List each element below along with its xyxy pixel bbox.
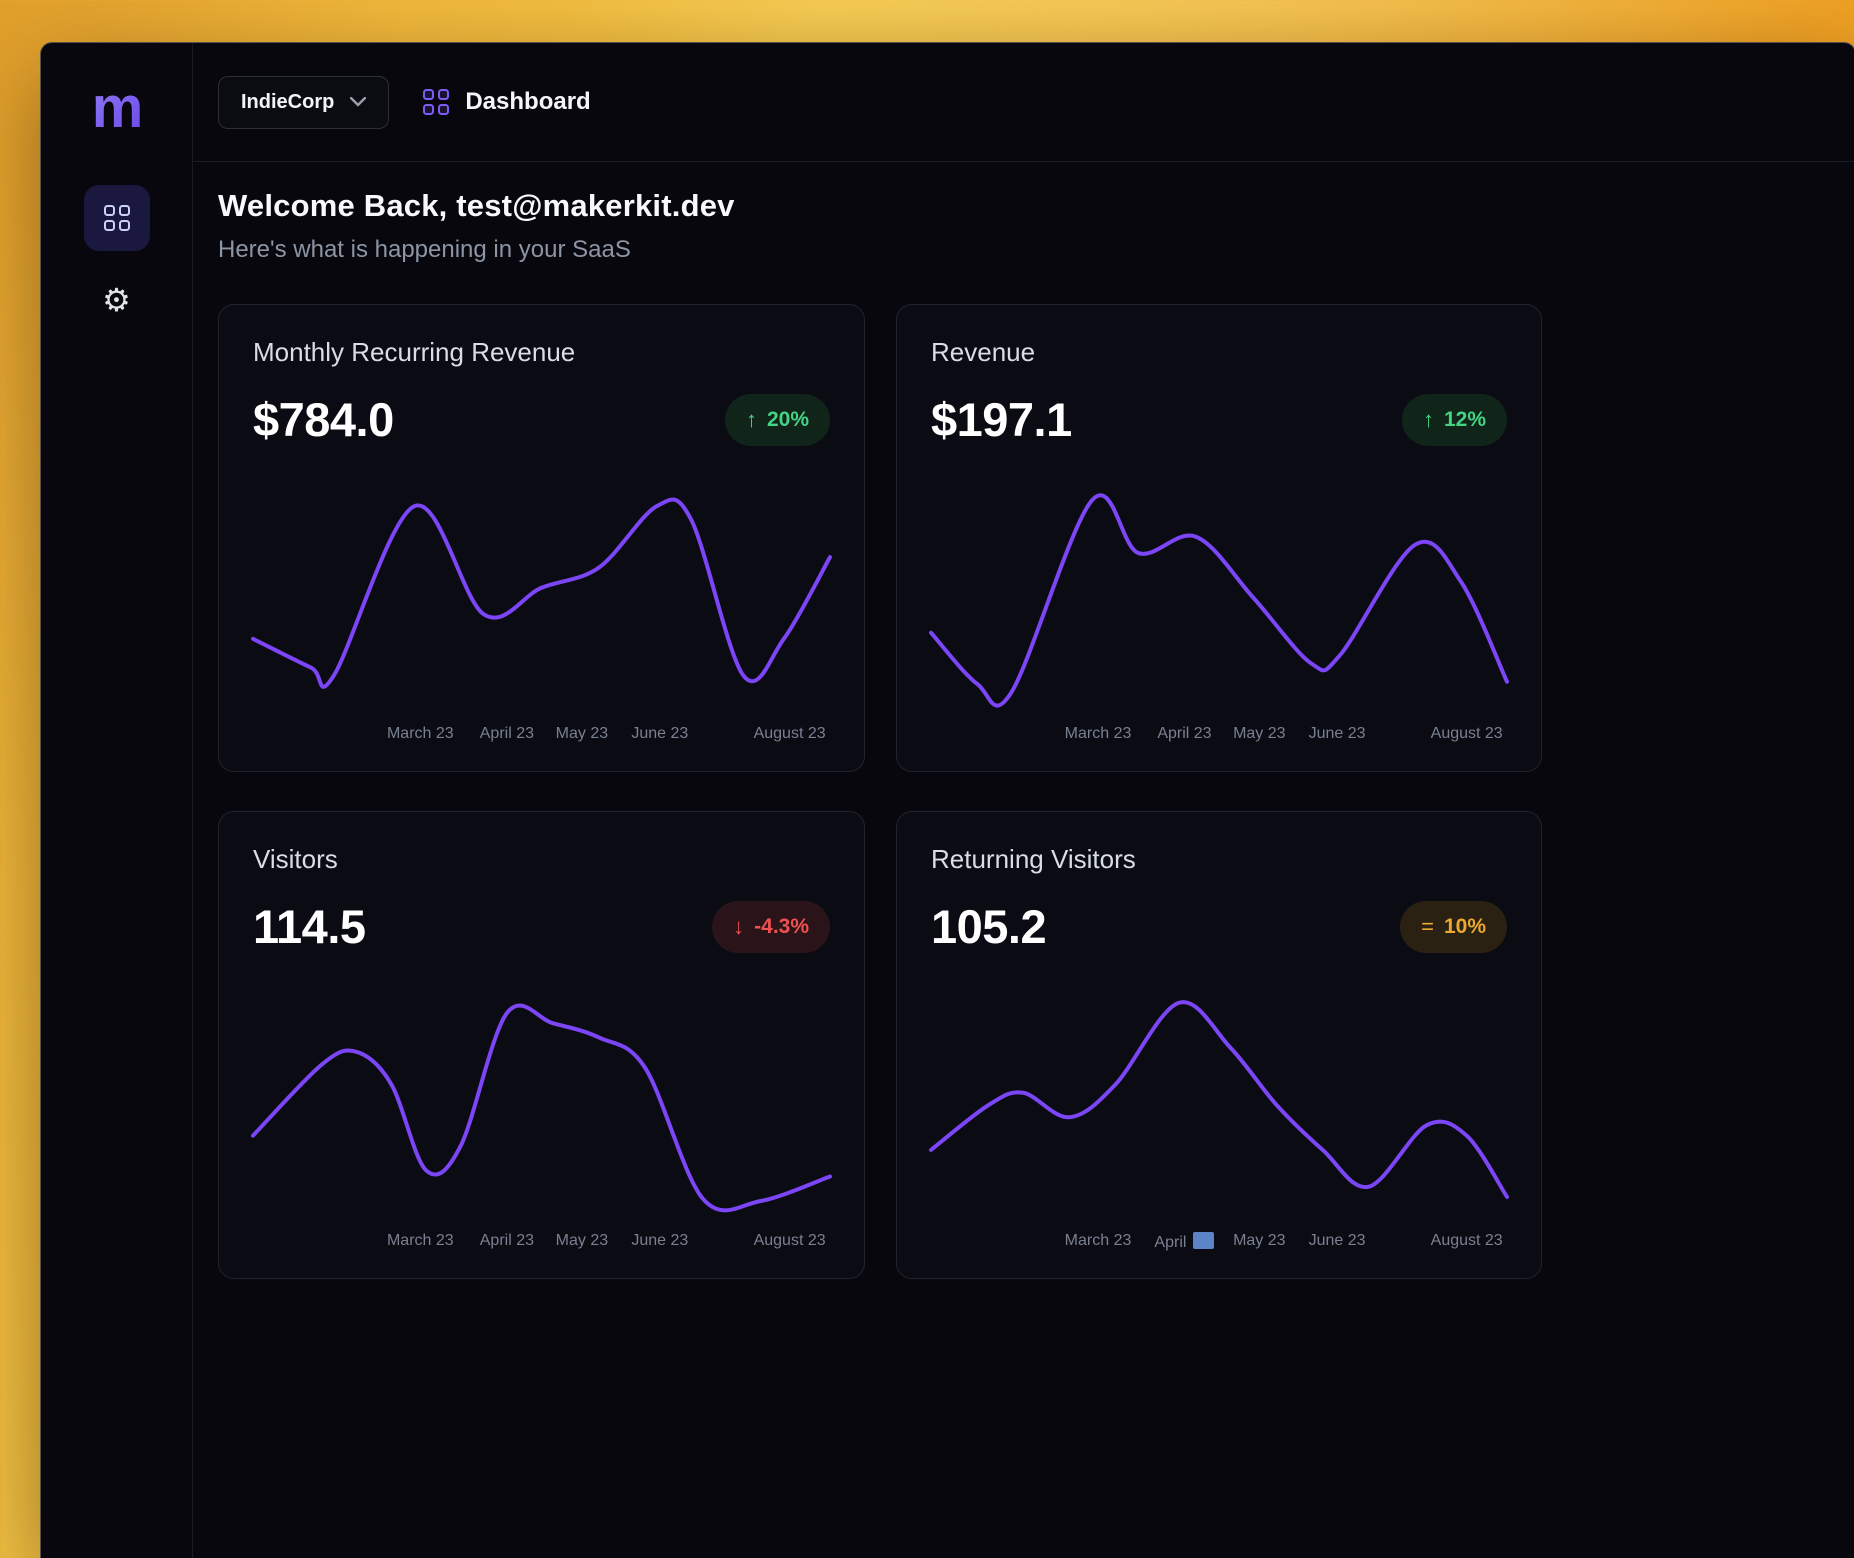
x-axis-label: August 23 bbox=[1431, 725, 1503, 743]
page-heading: Dashboard bbox=[423, 88, 590, 116]
x-axis-label: May 23 bbox=[556, 1232, 608, 1250]
app-logo: m bbox=[92, 79, 142, 137]
x-axis: March 23 April 23 May 23 June 23 August … bbox=[931, 725, 1507, 747]
desktop-background: { "app": { "logo_text": "m", "org_select… bbox=[0, 0, 1854, 1558]
line-chart bbox=[931, 487, 1507, 709]
trend-up-icon: ↑ bbox=[1423, 407, 1434, 433]
stat-card-visitors: Visitors 114.5 ↓ -4.3% March 23 April 23 bbox=[218, 811, 865, 1279]
app-window: m ⚙ IndieCorp Dashboard Welcome Back, te… bbox=[40, 42, 1854, 1558]
metric-value: $784.0 bbox=[253, 392, 394, 447]
metric-value: 114.5 bbox=[253, 899, 366, 954]
trend-badge: = 10% bbox=[1400, 901, 1507, 953]
selected-text-highlight bbox=[1193, 1232, 1214, 1249]
x-axis-label: May 23 bbox=[1233, 1232, 1285, 1250]
x-axis-label: June 23 bbox=[631, 725, 688, 743]
org-selector-label: IndieCorp bbox=[241, 91, 334, 114]
x-axis-label: March 23 bbox=[1065, 725, 1132, 743]
chart-line bbox=[253, 1005, 830, 1210]
line-chart bbox=[253, 994, 830, 1216]
x-axis-label: May 23 bbox=[556, 725, 608, 743]
trend-up-icon: ↑ bbox=[746, 407, 757, 433]
x-axis-label: August 23 bbox=[754, 725, 826, 743]
trend-badge: ↑ 20% bbox=[725, 394, 830, 446]
x-axis-label: April bbox=[1154, 1232, 1214, 1252]
x-axis-label: June 23 bbox=[631, 1232, 688, 1250]
trend-badge: ↑ 12% bbox=[1402, 394, 1507, 446]
metric-value: 105.2 bbox=[931, 899, 1046, 954]
gear-icon: ⚙ bbox=[102, 284, 131, 316]
sidebar-item-settings[interactable]: ⚙ bbox=[84, 267, 150, 333]
x-axis-label: June 23 bbox=[1309, 725, 1366, 743]
line-chart-svg bbox=[931, 994, 1507, 1216]
trend-value: 20% bbox=[767, 408, 809, 432]
x-axis-label: March 23 bbox=[387, 725, 454, 743]
dashboard-grid-icon bbox=[104, 205, 130, 231]
trend-neutral-icon: = bbox=[1421, 914, 1434, 940]
x-axis: March 23 April May 23 June 23 August 23 bbox=[931, 1232, 1507, 1254]
x-axis-label: March 23 bbox=[1065, 1232, 1132, 1250]
top-bar: IndieCorp Dashboard bbox=[193, 43, 1854, 162]
welcome-subtitle: Here's what is happening in your SaaS bbox=[218, 236, 1830, 264]
x-axis-label: May 23 bbox=[1233, 725, 1285, 743]
card-title: Monthly Recurring Revenue bbox=[253, 337, 830, 368]
trend-badge: ↓ -4.3% bbox=[712, 901, 830, 953]
org-selector-button[interactable]: IndieCorp bbox=[218, 76, 389, 129]
chevron-down-icon bbox=[350, 97, 366, 107]
line-chart-svg bbox=[931, 487, 1507, 709]
trend-value: 10% bbox=[1444, 915, 1486, 939]
stat-card-returning-visitors: Returning Visitors 105.2 = 10% March 23 … bbox=[896, 811, 1542, 1279]
dashboard-icon bbox=[423, 89, 449, 115]
x-axis-label: June 23 bbox=[1309, 1232, 1366, 1250]
x-axis-label: April 23 bbox=[1157, 725, 1211, 743]
chart-line bbox=[931, 1002, 1507, 1197]
x-axis-label: April 23 bbox=[480, 1232, 534, 1250]
page-title: Dashboard bbox=[465, 88, 590, 116]
x-axis-label: August 23 bbox=[754, 1232, 826, 1250]
x-axis: March 23 April 23 May 23 June 23 August … bbox=[253, 725, 830, 747]
trend-down-icon: ↓ bbox=[733, 914, 744, 940]
trend-value: -4.3% bbox=[754, 915, 809, 939]
line-chart bbox=[931, 994, 1507, 1216]
line-chart-svg bbox=[253, 994, 830, 1216]
x-axis-label: April 23 bbox=[480, 725, 534, 743]
x-axis-label-text: April bbox=[1154, 1234, 1186, 1251]
sidebar-item-dashboard[interactable] bbox=[84, 185, 150, 251]
stat-card-mrr: Monthly Recurring Revenue $784.0 ↑ 20% M… bbox=[218, 304, 865, 772]
card-title: Visitors bbox=[253, 844, 830, 875]
x-axis-label: August 23 bbox=[1431, 1232, 1503, 1250]
card-title: Revenue bbox=[931, 337, 1507, 368]
sidebar: m ⚙ bbox=[41, 43, 193, 1558]
line-chart-svg bbox=[253, 487, 830, 709]
welcome-title: Welcome Back, test@makerkit.dev bbox=[218, 188, 1830, 224]
chart-line bbox=[253, 500, 830, 687]
trend-value: 12% bbox=[1444, 408, 1486, 432]
metric-value: $197.1 bbox=[931, 392, 1072, 447]
x-axis-label: March 23 bbox=[387, 1232, 454, 1250]
card-title: Returning Visitors bbox=[931, 844, 1507, 875]
x-axis: March 23 April 23 May 23 June 23 August … bbox=[253, 1232, 830, 1254]
line-chart bbox=[253, 487, 830, 709]
chart-line bbox=[931, 495, 1507, 705]
main-panel: Welcome Back, test@makerkit.dev Here's w… bbox=[193, 162, 1854, 1558]
content-area: IndieCorp Dashboard Welcome Back, test@m… bbox=[193, 43, 1854, 1558]
stat-card-revenue: Revenue $197.1 ↑ 12% March 23 April 23 bbox=[896, 304, 1542, 772]
stats-grid: Monthly Recurring Revenue $784.0 ↑ 20% M… bbox=[218, 304, 1830, 1279]
